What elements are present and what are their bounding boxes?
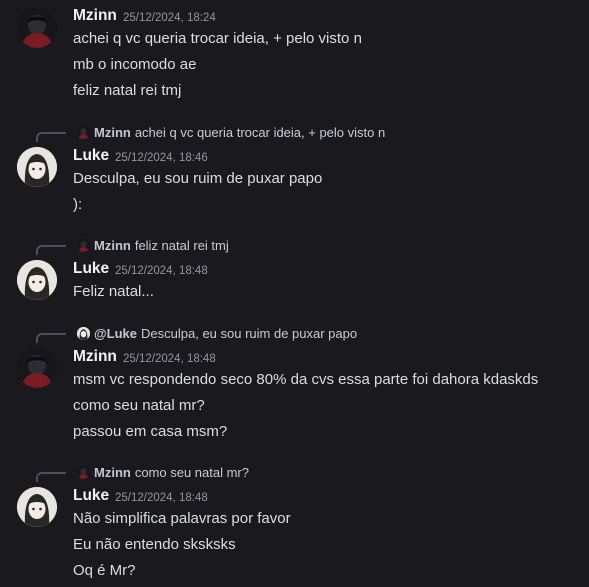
message-author[interactable]: Luke: [73, 487, 109, 505]
message-line: como seu natal mr?: [73, 397, 205, 414]
message-line: passou em casa msm?: [73, 423, 228, 440]
reply-author: Mzinn: [94, 464, 131, 480]
reply-preview[interactable]: Mzinn feliz natal rei tmj: [77, 237, 229, 253]
reply-text: Desculpa, eu sou ruim de puxar papo: [141, 325, 358, 341]
anime-girl-avatar-icon: [77, 326, 90, 340]
reply-text: achei q vc queria trocar ideia, + pelo v…: [134, 124, 386, 140]
reply-preview[interactable]: @Luke Desculpa, eu sou ruim de puxar pap…: [77, 325, 357, 341]
message-timestamp: 25/12/2024, 18:24: [123, 12, 216, 24]
message-timestamp: 25/12/2024, 18:48: [115, 492, 208, 504]
message-line: Oq é Mr?: [73, 562, 136, 579]
anime-girl-avatar-icon: [17, 260, 57, 300]
reply-author: Mzinn: [94, 124, 131, 140]
message-group: Mzinn achei q vc queria trocar ideia, + …: [0, 120, 589, 220]
message-line: achei q vc queria trocar ideia, + pelo v…: [73, 30, 362, 47]
message-author[interactable]: Mzinn: [73, 348, 117, 366]
message-timestamp: 25/12/2024, 18:46: [115, 152, 208, 164]
avatar-mzinn[interactable]: [17, 348, 57, 388]
dark-figure-avatar-icon: [17, 8, 57, 48]
message-line: Eu não entendo sksksks: [73, 536, 236, 553]
message-timestamp: 25/12/2024, 18:48: [123, 353, 216, 365]
reply-avatar: [77, 125, 90, 139]
anime-girl-avatar-icon: [17, 487, 57, 527]
dark-figure-avatar-icon: [77, 238, 90, 252]
anime-girl-avatar-icon: [17, 147, 57, 187]
message-line: Desculpa, eu sou ruim de puxar papo: [73, 170, 323, 187]
reply-avatar: [77, 326, 90, 340]
reply-connector: [36, 132, 66, 142]
message-group: @Luke Desculpa, eu sou ruim de puxar pap…: [0, 321, 589, 446]
reply-text: feliz natal rei tmj: [134, 237, 229, 253]
message-line: msm vc respondendo seco 80% da cvs essa …: [73, 371, 539, 388]
reply-avatar: [77, 238, 90, 252]
reply-text: como seu natal mr?: [134, 464, 249, 480]
message-author[interactable]: Luke: [73, 147, 109, 165]
reply-avatar: [77, 465, 90, 479]
message-line: mb o incomodo ae: [73, 56, 197, 73]
reply-connector: [36, 245, 66, 255]
dark-figure-avatar-icon: [77, 125, 90, 139]
avatar-mzinn[interactable]: [17, 8, 57, 48]
avatar-luke[interactable]: [17, 147, 57, 187]
message-author[interactable]: Luke: [73, 260, 109, 278]
message-line: Feliz natal...: [73, 283, 154, 300]
reply-connector: [36, 333, 66, 343]
message-line: feliz natal rei tmj: [73, 82, 182, 99]
message-group: Mzinn feliz natal rei tmj Luke 25/12/202…: [0, 233, 589, 313]
dark-figure-avatar-icon: [17, 348, 57, 388]
chat-message-list: Mzinn 25/12/2024, 18:24 achei q vc queri…: [0, 0, 589, 587]
message-timestamp: 25/12/2024, 18:48: [115, 265, 208, 277]
reply-preview[interactable]: Mzinn como seu natal mr?: [77, 464, 249, 480]
reply-author: Mzinn: [94, 237, 131, 253]
reply-connector: [36, 472, 66, 482]
avatar-luke[interactable]: [17, 487, 57, 527]
reply-author: @Luke: [94, 325, 138, 341]
avatar-luke[interactable]: [17, 260, 57, 300]
message-author[interactable]: Mzinn: [73, 7, 117, 25]
message-line: Não simplifica palavras por favor: [73, 510, 291, 527]
dark-figure-avatar-icon: [77, 465, 90, 479]
message-group: Mzinn como seu natal mr? Luke 25/12/2024…: [0, 460, 589, 585]
reply-preview[interactable]: Mzinn achei q vc queria trocar ideia, + …: [77, 124, 385, 140]
message-group: Mzinn 25/12/2024, 18:24 achei q vc queri…: [0, 0, 589, 110]
message-line: ):: [73, 196, 83, 213]
